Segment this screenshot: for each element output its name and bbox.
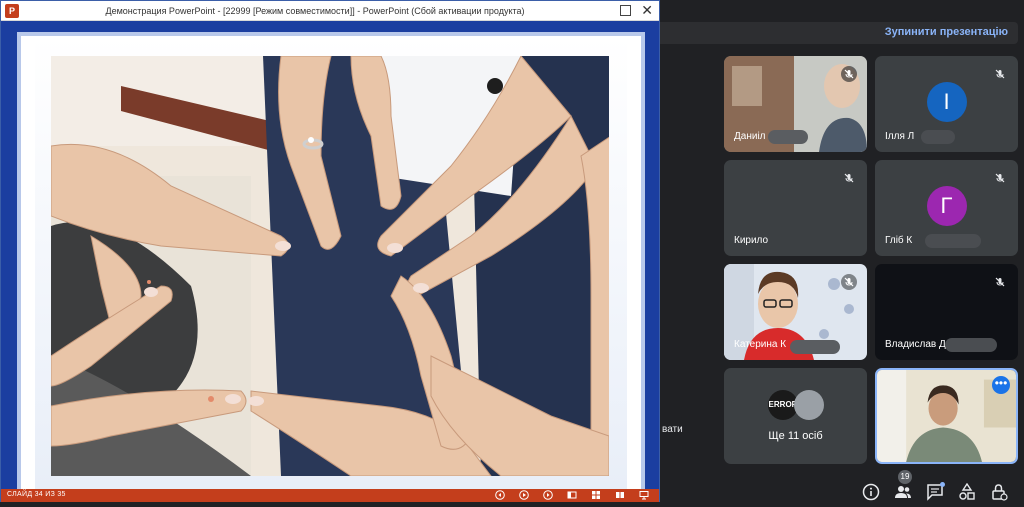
participant-tile-hlib[interactable]: Г Гліб К (875, 160, 1018, 256)
mic-off-icon (841, 66, 857, 82)
slide-photo (51, 56, 609, 476)
play-icon[interactable] (519, 490, 529, 500)
redaction-bar (790, 340, 840, 354)
participant-tile-kyrylo[interactable]: Кирило (724, 160, 867, 256)
slideshow-icon[interactable] (639, 490, 649, 500)
screen: Зупинити презентацію Даниіл І Ілля Л Кир… (0, 0, 1024, 507)
participant-avatar (794, 390, 824, 420)
prev-icon[interactable] (495, 490, 505, 500)
chat-notification-dot (940, 482, 945, 487)
participant-name: Кирило (734, 235, 769, 246)
redaction-bar (921, 130, 955, 144)
host-controls-icon[interactable] (988, 481, 1010, 503)
redaction-bar (925, 234, 981, 248)
mic-off-icon (992, 274, 1008, 290)
reading-view-icon[interactable] (615, 490, 625, 500)
slide-sorter-icon[interactable] (591, 490, 601, 500)
activities-icon[interactable] (956, 481, 978, 503)
slideshow-controls (495, 490, 649, 500)
chat-icon[interactable] (924, 481, 946, 503)
mic-off-icon (841, 170, 857, 186)
normal-view-icon[interactable] (567, 490, 577, 500)
people-icon[interactable]: 19 (892, 470, 914, 503)
maximize-icon[interactable] (620, 5, 631, 16)
next-icon[interactable] (543, 490, 553, 500)
slide (21, 36, 641, 494)
mic-off-icon (992, 170, 1008, 186)
more-participants-tile[interactable]: ERROR Ще 11 осіб (724, 368, 867, 464)
powerpoint-window: P Демонстрация PowerPoint - [22999 [Режи… (0, 0, 660, 502)
more-avatars: ERROR (768, 390, 828, 420)
self-view-tile[interactable]: ••• (875, 368, 1018, 464)
slideshow-statusbar: СЛАЙД 34 ИЗ 35 (1, 489, 659, 502)
more-participants-label: Ще 11 осіб (768, 430, 823, 442)
stop-presentation-button[interactable]: Зупинити презентацію (885, 26, 1008, 38)
participant-name: Даниіл (734, 131, 766, 142)
more-options-icon[interactable]: ••• (992, 376, 1010, 394)
window-title: Демонстрация PowerPoint - [22999 [Режим … (105, 6, 525, 16)
slide-area[interactable] (1, 21, 659, 494)
participant-name: Катерина К (734, 339, 787, 350)
close-icon[interactable]: ✕ (641, 2, 653, 18)
meeting-controls: 19 (860, 470, 1010, 506)
window-titlebar[interactable]: P Демонстрация PowerPoint - [22999 [Режи… (1, 1, 659, 21)
participant-avatar: Г (926, 186, 967, 226)
info-icon[interactable] (860, 481, 882, 503)
participant-tile-daniil[interactable]: Даниіл (724, 56, 867, 152)
participant-name: Ілля Л (885, 131, 915, 142)
participant-tile-kateryna[interactable]: Катерина К (724, 264, 867, 360)
participant-tile-vladyslav[interactable]: Владислав Д (875, 264, 1018, 360)
mic-off-icon (992, 66, 1008, 82)
redaction-bar (945, 338, 997, 352)
people-count-badge: 19 (898, 470, 912, 484)
mic-off-icon (841, 274, 857, 290)
redaction-bar (768, 130, 808, 144)
presentation-bar: Зупинити презентацію (660, 22, 1018, 44)
participant-avatar: І (926, 82, 967, 122)
partial-label: вати (662, 424, 683, 435)
participant-tile-illia[interactable]: І Ілля Л (875, 56, 1018, 152)
slide-counter: СЛАЙД 34 ИЗ 35 (7, 491, 66, 498)
participant-name: Владислав Д (885, 339, 946, 350)
participant-name: Гліб К (885, 235, 913, 246)
